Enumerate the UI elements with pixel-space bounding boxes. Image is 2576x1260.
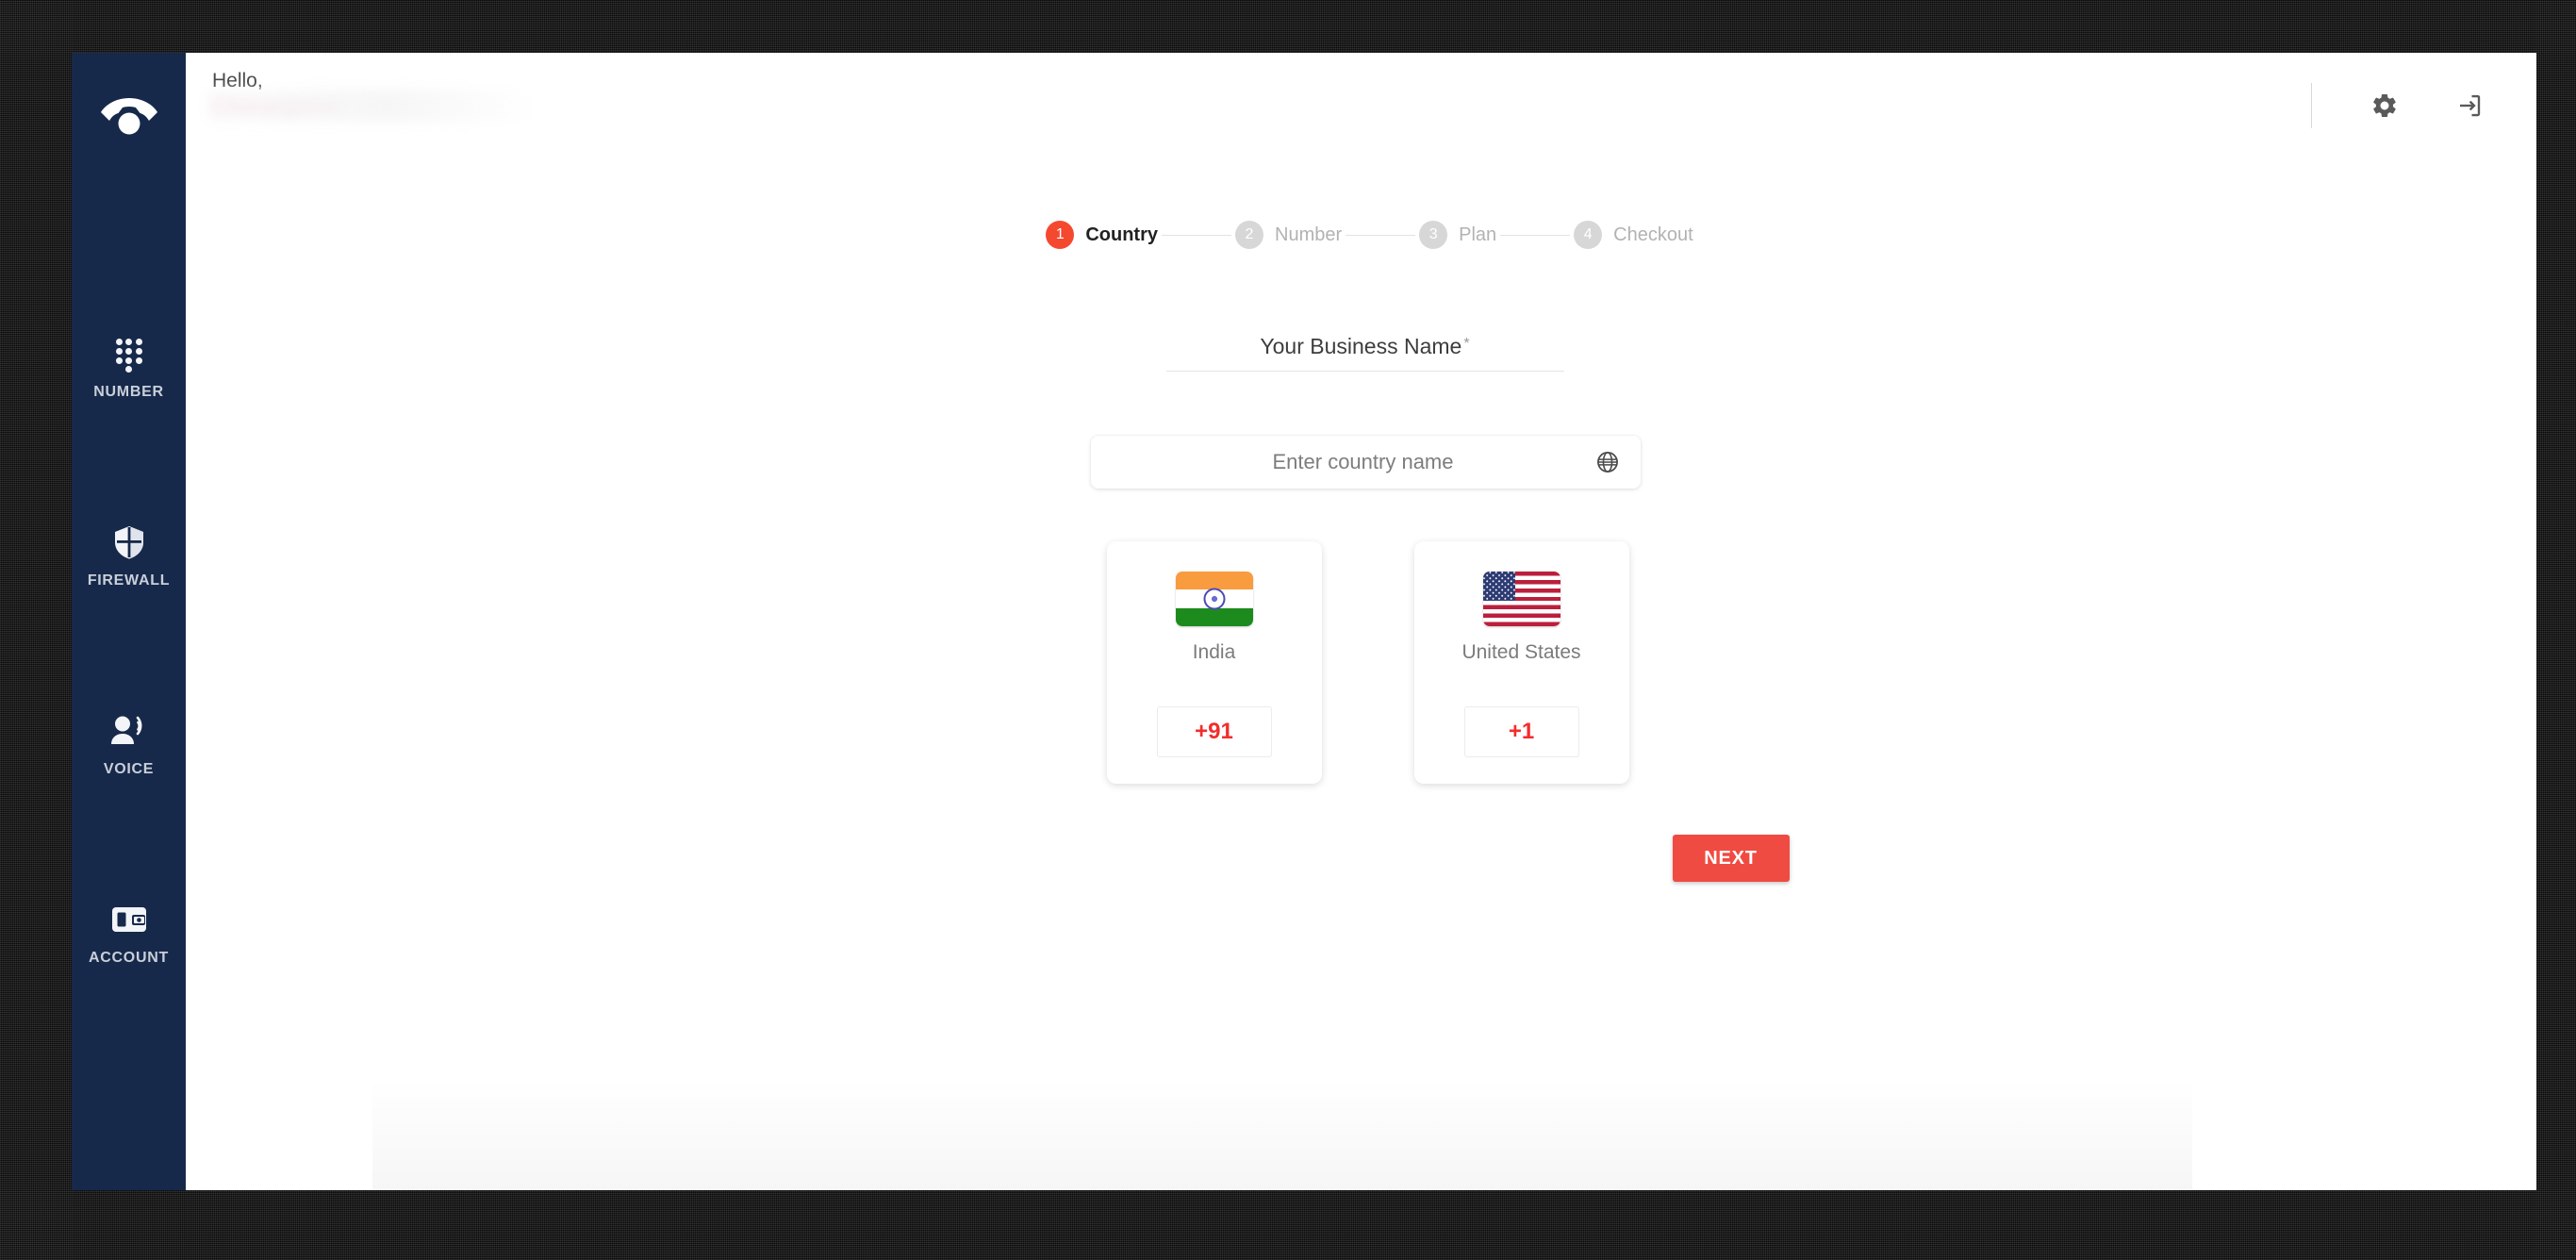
sidebar-item-label: ACCOUNT (89, 950, 169, 966)
sidebar-item-number[interactable]: NUMBER (72, 324, 186, 411)
step-connector (1500, 234, 1571, 236)
country-search-input[interactable] (1112, 449, 1595, 475)
main-panel: Hello, Chiranjeevi 1 Country 2 Number 3 … (186, 53, 2536, 1190)
country-cards: India +91 United States +1 (1106, 541, 1629, 784)
stepper: 1 Country 2 Number 3 Plan 4 Checkout (1046, 221, 1693, 249)
wallet-icon (111, 901, 147, 938)
business-name-input[interactable] (1165, 334, 1564, 371)
country-search-box[interactable] (1091, 436, 1641, 489)
frame-noise-right (2535, 0, 2576, 1260)
app-window: NUMBER FIREWALL VOICE ACCOUNT Hello, Chi… (72, 53, 2536, 1190)
country-name: India (1192, 641, 1236, 663)
frame-noise-bottom (0, 1190, 2576, 1260)
country-card-united-states[interactable]: United States +1 (1413, 541, 1629, 784)
screen-background: NUMBER FIREWALL VOICE ACCOUNT Hello, Chi… (0, 0, 2576, 1260)
sidebar-item-voice[interactable]: VOICE (72, 702, 186, 788)
sidebar: NUMBER FIREWALL VOICE ACCOUNT (72, 53, 186, 1190)
greeting-username: Chiranjeevi (212, 92, 339, 120)
topbar: Hello, Chiranjeevi (186, 53, 2536, 132)
phone-ring-icon (100, 98, 157, 135)
next-button[interactable]: NEXT (1672, 835, 1790, 882)
sidebar-item-label: FIREWALL (87, 572, 171, 589)
sidebar-item-account[interactable]: ACCOUNT (72, 890, 186, 977)
step-number: 4 (1574, 221, 1603, 249)
settings-button[interactable] (2369, 90, 2401, 122)
dial-code-badge[interactable]: +91 (1156, 706, 1272, 757)
dial-code-badge[interactable]: +1 (1463, 706, 1579, 757)
flag-united-states-icon (1482, 572, 1560, 626)
sidebar-item-label: NUMBER (93, 384, 164, 400)
step-number: 2 (1235, 221, 1263, 249)
step-label: Number (1275, 224, 1343, 245)
step-number-stage[interactable]: 2 Number (1235, 221, 1342, 249)
step-checkout[interactable]: 4 Checkout (1574, 221, 1693, 249)
frame-noise-left (0, 0, 74, 1260)
sidebar-item-label: VOICE (103, 761, 155, 777)
shield-icon (114, 523, 144, 561)
brand-logo[interactable] (98, 85, 160, 140)
gear-icon (2373, 93, 2396, 118)
step-plan[interactable]: 3 Plan (1419, 221, 1496, 249)
step-connector (1162, 234, 1231, 236)
next-button-row: NEXT (852, 835, 1871, 882)
step-label: Country (1085, 224, 1158, 245)
globe-icon[interactable] (1595, 450, 1620, 474)
topbar-actions (2311, 70, 2495, 128)
flag-india-icon (1175, 572, 1253, 626)
step-number: 3 (1419, 221, 1448, 249)
dialpad-icon (113, 335, 145, 373)
business-name-field[interactable]: Your Business Name * (1165, 334, 1564, 372)
step-country[interactable]: 1 Country (1046, 221, 1158, 249)
step-label: Plan (1459, 224, 1497, 245)
topbar-divider (2311, 83, 2312, 128)
country-card-india[interactable]: India +91 (1106, 541, 1322, 784)
step-number: 1 (1046, 221, 1075, 249)
step-label: Checkout (1613, 224, 1693, 245)
country-name: United States (1461, 641, 1581, 663)
greeting-block: Hello, Chiranjeevi (208, 70, 339, 121)
logout-icon (2460, 94, 2481, 117)
step-connector (1346, 234, 1416, 236)
record-voice-over-icon (110, 712, 148, 750)
logout-button[interactable] (2453, 90, 2485, 122)
sidebar-item-firewall[interactable]: FIREWALL (72, 513, 186, 600)
frame-noise-top (0, 0, 2576, 53)
wizard-content: 1 Country 2 Number 3 Plan 4 Checkout You… (186, 132, 2536, 1190)
